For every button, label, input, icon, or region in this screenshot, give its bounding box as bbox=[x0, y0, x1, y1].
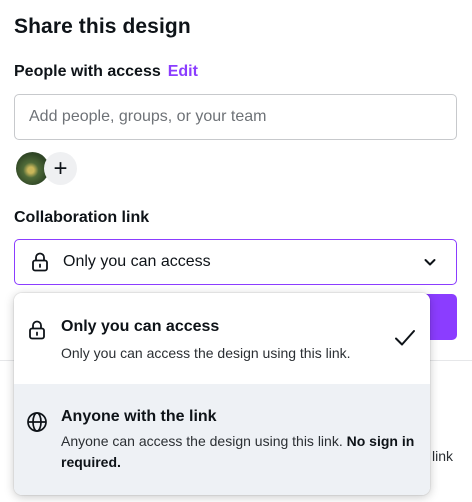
option-anyone-with-link[interactable]: Anyone with the link Anyone can access t… bbox=[14, 384, 430, 495]
collaboration-link-label: Collaboration link bbox=[14, 209, 150, 226]
option-only-you[interactable]: Only you can access Only you can access … bbox=[14, 293, 430, 384]
chevron-down-icon bbox=[422, 254, 438, 270]
access-dropdown-menu: Only you can access Only you can access … bbox=[14, 293, 430, 495]
globe-icon bbox=[26, 411, 48, 433]
panel-title: Share this design bbox=[14, 15, 191, 38]
add-people-input[interactable] bbox=[14, 94, 457, 140]
option-description-text: Anyone can access the design using this … bbox=[61, 433, 343, 449]
lock-icon bbox=[26, 319, 48, 341]
option-title: Only you can access bbox=[61, 318, 220, 335]
option-description: Anyone can access the design using this … bbox=[61, 431, 421, 473]
edit-access-link[interactable]: Edit bbox=[168, 63, 198, 80]
people-with-access-label: People with access bbox=[14, 63, 161, 80]
collaboration-link-selected: Only you can access bbox=[63, 253, 211, 270]
option-description: Only you can access the design using thi… bbox=[61, 345, 351, 361]
people-with-access-row: People with access Edit bbox=[14, 63, 198, 81]
lock-icon bbox=[29, 251, 51, 273]
option-title: Anyone with the link bbox=[61, 408, 217, 425]
background-link-text: link bbox=[432, 448, 454, 464]
collaboration-link-select[interactable]: Only you can access bbox=[14, 239, 457, 285]
checkmark-icon bbox=[394, 329, 416, 347]
add-person-button[interactable]: + bbox=[44, 152, 77, 185]
share-panel: Share this design People with access Edit… bbox=[0, 0, 472, 502]
